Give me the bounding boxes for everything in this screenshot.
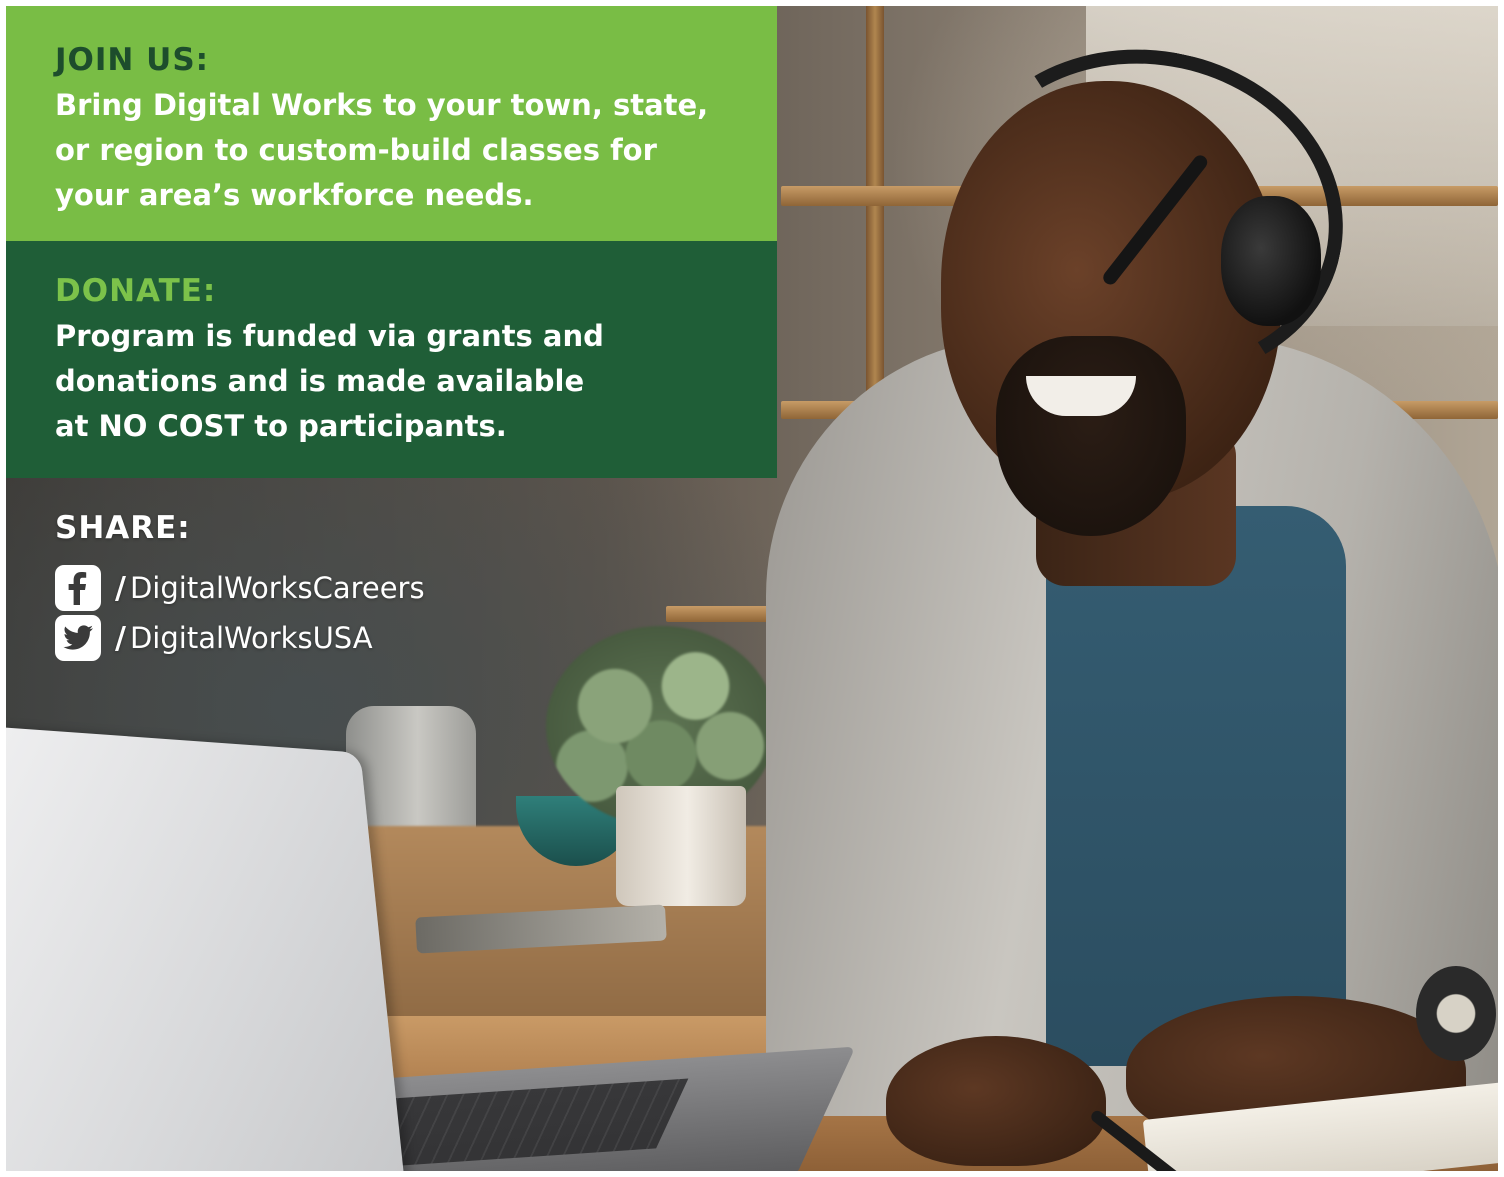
twitter-icon: [55, 615, 101, 661]
donate-line: donations and is made available: [55, 364, 585, 398]
laptop-screen: [6, 723, 410, 1171]
facebook-icon: [55, 565, 101, 611]
person-tshirt: [1046, 506, 1346, 1066]
flyer-canvas: JOIN US: Bring Digital Works to your tow…: [6, 6, 1498, 1171]
share-heading: SHARE:: [55, 510, 191, 546]
separator: /: [115, 620, 126, 656]
plant-pot: [616, 786, 746, 906]
separator: /: [115, 570, 126, 606]
join-panel: JOIN US: Bring Digital Works to your tow…: [6, 6, 777, 241]
join-line: or region to custom-build classes for: [55, 133, 657, 167]
headset-earcup: [1221, 196, 1321, 326]
donate-line: Program is funded via grants and: [55, 319, 604, 353]
facebook-handle: DigitalWorksCareers: [129, 571, 425, 605]
join-line: your area’s workforce needs.: [55, 178, 534, 212]
twitter-handle: DigitalWorksUSA: [129, 621, 373, 655]
share-section: SHARE: / DigitalWorksCareers / DigitalWo…: [55, 511, 425, 663]
donate-heading: DONATE:: [55, 273, 217, 309]
join-text: Bring Digital Works to your town, state,…: [55, 83, 777, 218]
twitter-link[interactable]: / DigitalWorksUSA: [55, 613, 425, 663]
join-line: Bring Digital Works to your town, state,: [55, 88, 709, 122]
join-heading: JOIN US:: [55, 42, 210, 78]
wristwatch: [1416, 966, 1496, 1061]
donate-panel: DONATE: Program is funded via grants and…: [6, 241, 777, 478]
donate-line: at NO COST to participants.: [55, 409, 507, 443]
person-left-hand: [886, 1036, 1106, 1166]
donate-text: Program is funded via grants and donatio…: [55, 314, 777, 449]
facebook-link[interactable]: / DigitalWorksCareers: [55, 563, 425, 613]
